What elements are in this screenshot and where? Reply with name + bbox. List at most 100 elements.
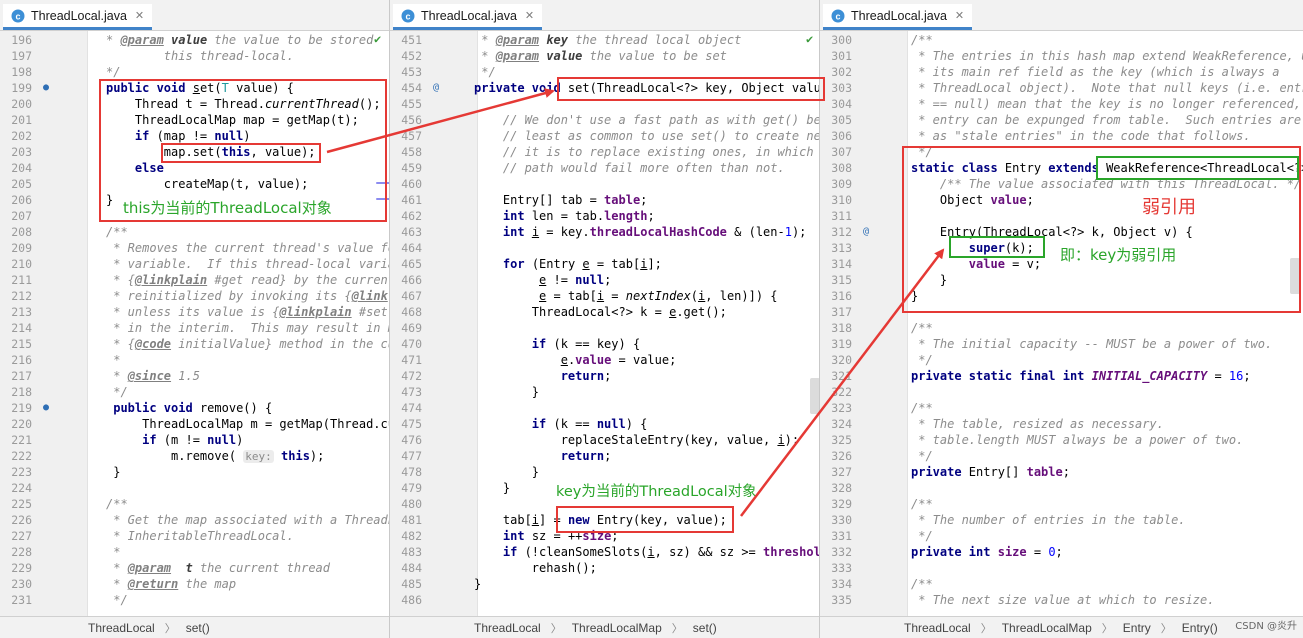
code-line[interactable]: 462 int len = tab.length; — [390, 208, 819, 224]
breadcrumb-item[interactable]: Entry() — [1182, 621, 1218, 635]
code-line[interactable]: 475 if (k == null) { — [390, 416, 819, 432]
code-line[interactable]: 303 * ThreadLocal object). Note that nul… — [820, 80, 1303, 96]
code-line[interactable]: 332 private int size = 0; — [820, 544, 1303, 560]
code-line[interactable]: 319 * The initial capacity -- MUST be a … — [820, 336, 1303, 352]
code-line[interactable]: 325 * table.length MUST always be a powe… — [820, 432, 1303, 448]
scrollbar[interactable] — [810, 378, 819, 414]
code-line[interactable]: 196 * @param value the value to be stored — [0, 32, 389, 48]
code-line[interactable]: 215 * {@code initialValue} method in the… — [0, 336, 389, 352]
code-line[interactable]: 465 for (Entry e = tab[i]; — [390, 256, 819, 272]
code-line[interactable]: 477 return; — [390, 448, 819, 464]
tab-threadlocal-java[interactable]: c ThreadLocal.java ✕ — [393, 4, 543, 30]
code-line[interactable]: 333 — [820, 560, 1303, 576]
code-line[interactable]: 209 * Removes the current thread's value… — [0, 240, 389, 256]
code-line[interactable]: 324 * The table, resized as necessary. — [820, 416, 1303, 432]
code-line[interactable]: 328 — [820, 480, 1303, 496]
code-line[interactable]: 460 — [390, 176, 819, 192]
code-line[interactable]: 229 * @param t the current thread — [0, 560, 389, 576]
code-line[interactable]: 221 if (m != null) — [0, 432, 389, 448]
code-line[interactable]: 478 } — [390, 464, 819, 480]
code-line[interactable]: 224 — [0, 480, 389, 496]
code-line[interactable]: 230 * @return the map — [0, 576, 389, 592]
code-line[interactable]: 461 Entry[] tab = table; — [390, 192, 819, 208]
breadcrumb-item[interactable]: Entry — [1123, 621, 1151, 635]
code-line[interactable]: 329 /** — [820, 496, 1303, 512]
code-line[interactable]: 217 * @since 1.5 — [0, 368, 389, 384]
implementation-marker-icon[interactable]: ● — [40, 400, 52, 416]
code-line[interactable]: 198 */ — [0, 64, 389, 80]
code-line[interactable]: 331 */ — [820, 528, 1303, 544]
breadcrumb-item[interactable]: set() — [693, 621, 717, 635]
breadcrumb-item[interactable]: ThreadLocalMap — [572, 621, 662, 635]
code-line[interactable]: 302 * its main ref field as the key (whi… — [820, 64, 1303, 80]
code-line[interactable]: 218 */ — [0, 384, 389, 400]
code-line[interactable]: 306 * as "stale entries" in the code tha… — [820, 128, 1303, 144]
code-line[interactable]: 231 */ — [0, 592, 389, 608]
code-line[interactable]: 197 this thread-local. — [0, 48, 389, 64]
code-line[interactable]: 330 * The number of entries in the table… — [820, 512, 1303, 528]
override-marker-icon[interactable]: @ — [430, 80, 442, 96]
code-line[interactable]: 327 private Entry[] table; — [820, 464, 1303, 480]
code-line[interactable]: 458 // it is to replace existing ones, i… — [390, 144, 819, 160]
code-line[interactable]: 214 * in the interim. This may result in… — [0, 320, 389, 336]
code-line[interactable]: 468 ThreadLocal<?> k = e.get(); — [390, 304, 819, 320]
code-line[interactable]: 220 ThreadLocalMap m = getMap(Thread.cu — [0, 416, 389, 432]
code-line[interactable]: 459 // path would fail more often than n… — [390, 160, 819, 176]
close-icon[interactable]: ✕ — [955, 9, 964, 22]
code-line[interactable]: 451 * @param key the thread local object — [390, 32, 819, 48]
breadcrumb-item[interactable]: ThreadLocal — [88, 621, 155, 635]
code-line[interactable]: 472 return; — [390, 368, 819, 384]
code-line[interactable]: 464 — [390, 240, 819, 256]
code-line[interactable]: 216 * — [0, 352, 389, 368]
code-line[interactable]: 304 * == null) mean that the key is no l… — [820, 96, 1303, 112]
tab-threadlocal-java[interactable]: c ThreadLocal.java ✕ — [3, 4, 153, 30]
override-marker-icon[interactable]: @ — [860, 224, 872, 240]
code-line[interactable]: 334 /** — [820, 576, 1303, 592]
code-line[interactable]: 466 e != null; — [390, 272, 819, 288]
code-line[interactable]: 484 rehash(); — [390, 560, 819, 576]
code-line[interactable]: 305 * entry can be expunged from table. … — [820, 112, 1303, 128]
code-line[interactable]: 301 * The entries in this hash map exten… — [820, 48, 1303, 64]
code-line[interactable]: 471 e.value = value; — [390, 352, 819, 368]
code-line[interactable]: 335 * The next size value at which to re… — [820, 592, 1303, 608]
tab-threadlocal-java[interactable]: c ThreadLocal.java ✕ — [823, 4, 973, 30]
code-line[interactable]: 473 } — [390, 384, 819, 400]
code-line[interactable]: 219 ● public void remove() { — [0, 400, 389, 416]
breadcrumb-item[interactable]: set() — [186, 621, 210, 635]
code-line[interactable]: 225 /** — [0, 496, 389, 512]
code-line[interactable]: 456 // We don't use a fast path as with … — [390, 112, 819, 128]
code-line[interactable]: 222 m.remove( key: this); — [0, 448, 389, 464]
code-line[interactable]: 318 /** — [820, 320, 1303, 336]
code-line[interactable]: 208 /** — [0, 224, 389, 240]
implementation-marker-icon[interactable]: ● — [40, 80, 52, 96]
code-line[interactable]: 212 * reinitialized by invoking its {@li… — [0, 288, 389, 304]
breadcrumb-item[interactable]: ThreadLocalMap — [1002, 621, 1092, 635]
code-line[interactable]: 211 * {@linkplain #get read} by the curr… — [0, 272, 389, 288]
code-line[interactable]: 320 */ — [820, 352, 1303, 368]
code-line[interactable]: 323 /** — [820, 400, 1303, 416]
code-line[interactable]: 228 * — [0, 544, 389, 560]
code-line[interactable]: 452 * @param value the value to be set — [390, 48, 819, 64]
code-editor[interactable]: 300/** 301 * The entries in this hash map… — [820, 32, 1303, 616]
code-line[interactable]: 469 — [390, 320, 819, 336]
code-line[interactable]: 483 if (!cleanSomeSlots(i, sz) && sz >= … — [390, 544, 819, 560]
code-line[interactable]: 476 replaceStaleEntry(key, value, i); — [390, 432, 819, 448]
close-icon[interactable]: ✕ — [135, 9, 144, 22]
code-line[interactable]: 210 * variable. If this thread-local var… — [0, 256, 389, 272]
code-line[interactable]: 474 — [390, 400, 819, 416]
code-line[interactable]: 300 /** — [820, 32, 1303, 48]
breadcrumb-item[interactable]: ThreadLocal — [904, 621, 971, 635]
code-line[interactable]: 470 if (k == key) { — [390, 336, 819, 352]
code-line[interactable]: 485} — [390, 576, 819, 592]
code-line[interactable]: 322 — [820, 384, 1303, 400]
code-line[interactable]: 227 * InheritableThreadLocal. — [0, 528, 389, 544]
code-line[interactable]: 463 int i = key.threadLocalHashCode & (l… — [390, 224, 819, 240]
code-line[interactable]: 457 // least as common to use set() to c… — [390, 128, 819, 144]
code-line[interactable]: 213 * unless its value is {@linkplain #s… — [0, 304, 389, 320]
code-line[interactable]: 223 } — [0, 464, 389, 480]
code-line[interactable]: 321 private static final int INITIAL_CAPA… — [820, 368, 1303, 384]
code-line[interactable]: 226 * Get the map associated with a Thre… — [0, 512, 389, 528]
code-line[interactable]: 326 */ — [820, 448, 1303, 464]
breadcrumb-item[interactable]: ThreadLocal — [474, 621, 541, 635]
close-icon[interactable]: ✕ — [525, 9, 534, 22]
